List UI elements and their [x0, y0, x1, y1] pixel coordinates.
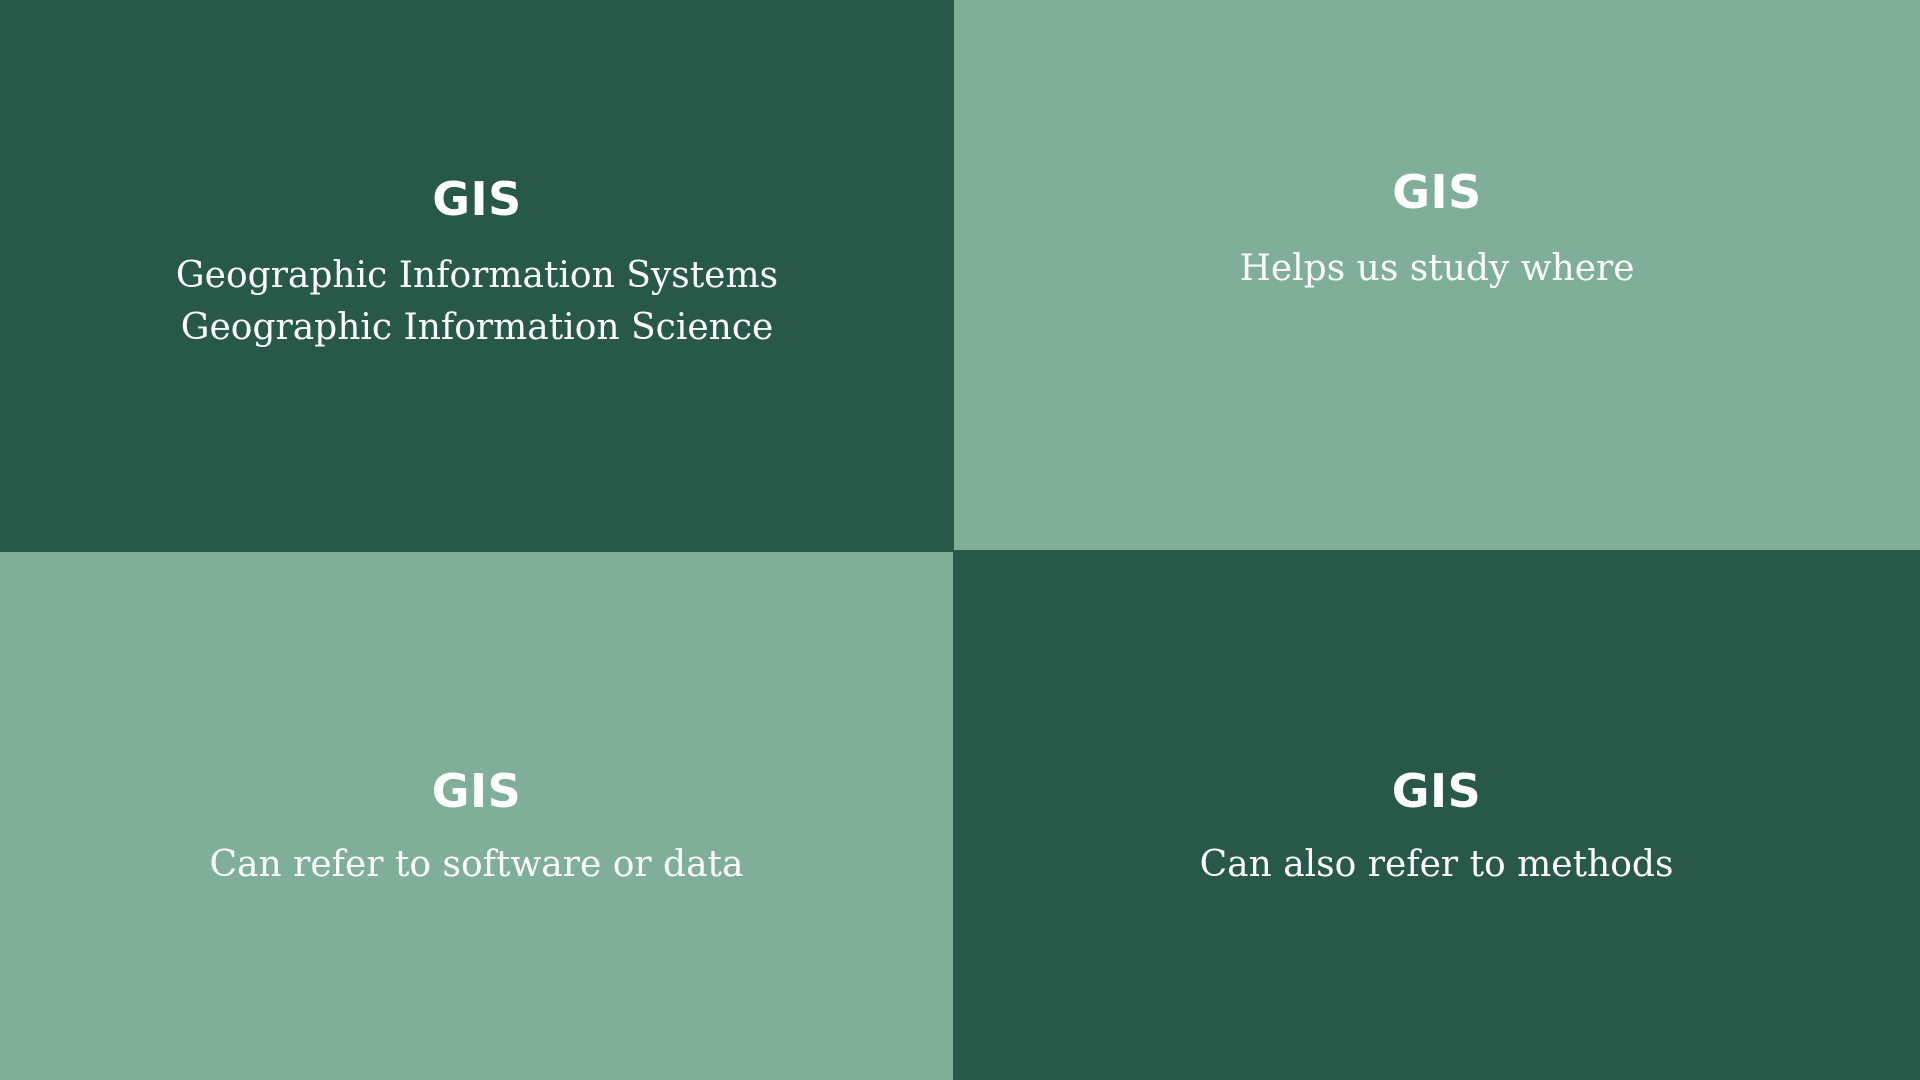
panel-bottom-right: GIS Can also refer to methods — [953, 550, 1920, 1080]
panel-body: Can refer to software or data — [0, 839, 953, 891]
panel-heading: GIS — [1392, 165, 1482, 219]
slide: GIS Geographic Information Systems Geogr… — [0, 0, 1920, 1080]
panel-heading: GIS — [431, 764, 522, 818]
panel-top-right: GIS Helps us study where — [954, 0, 1920, 550]
panel-body: Helps us study where — [954, 243, 1920, 295]
panel-heading: GIS — [432, 172, 522, 226]
panel-heading: GIS — [1391, 764, 1482, 818]
panel-body-line: Geographic Information Science — [180, 307, 774, 348]
panel-body-line: Geographic Information Systems — [175, 255, 779, 296]
panel-body-line: Helps us study where — [1239, 248, 1635, 289]
panel-body: Geographic Information Systems Geographi… — [0, 250, 954, 354]
panel-body-line: Can also refer to methods — [1199, 844, 1674, 885]
panel-body: Can also refer to methods — [953, 839, 1920, 891]
panel-top-left: GIS Geographic Information Systems Geogr… — [0, 0, 954, 552]
panel-body-line: Can refer to software or data — [209, 844, 744, 885]
panel-bottom-left: GIS Can refer to software or data — [0, 552, 953, 1080]
